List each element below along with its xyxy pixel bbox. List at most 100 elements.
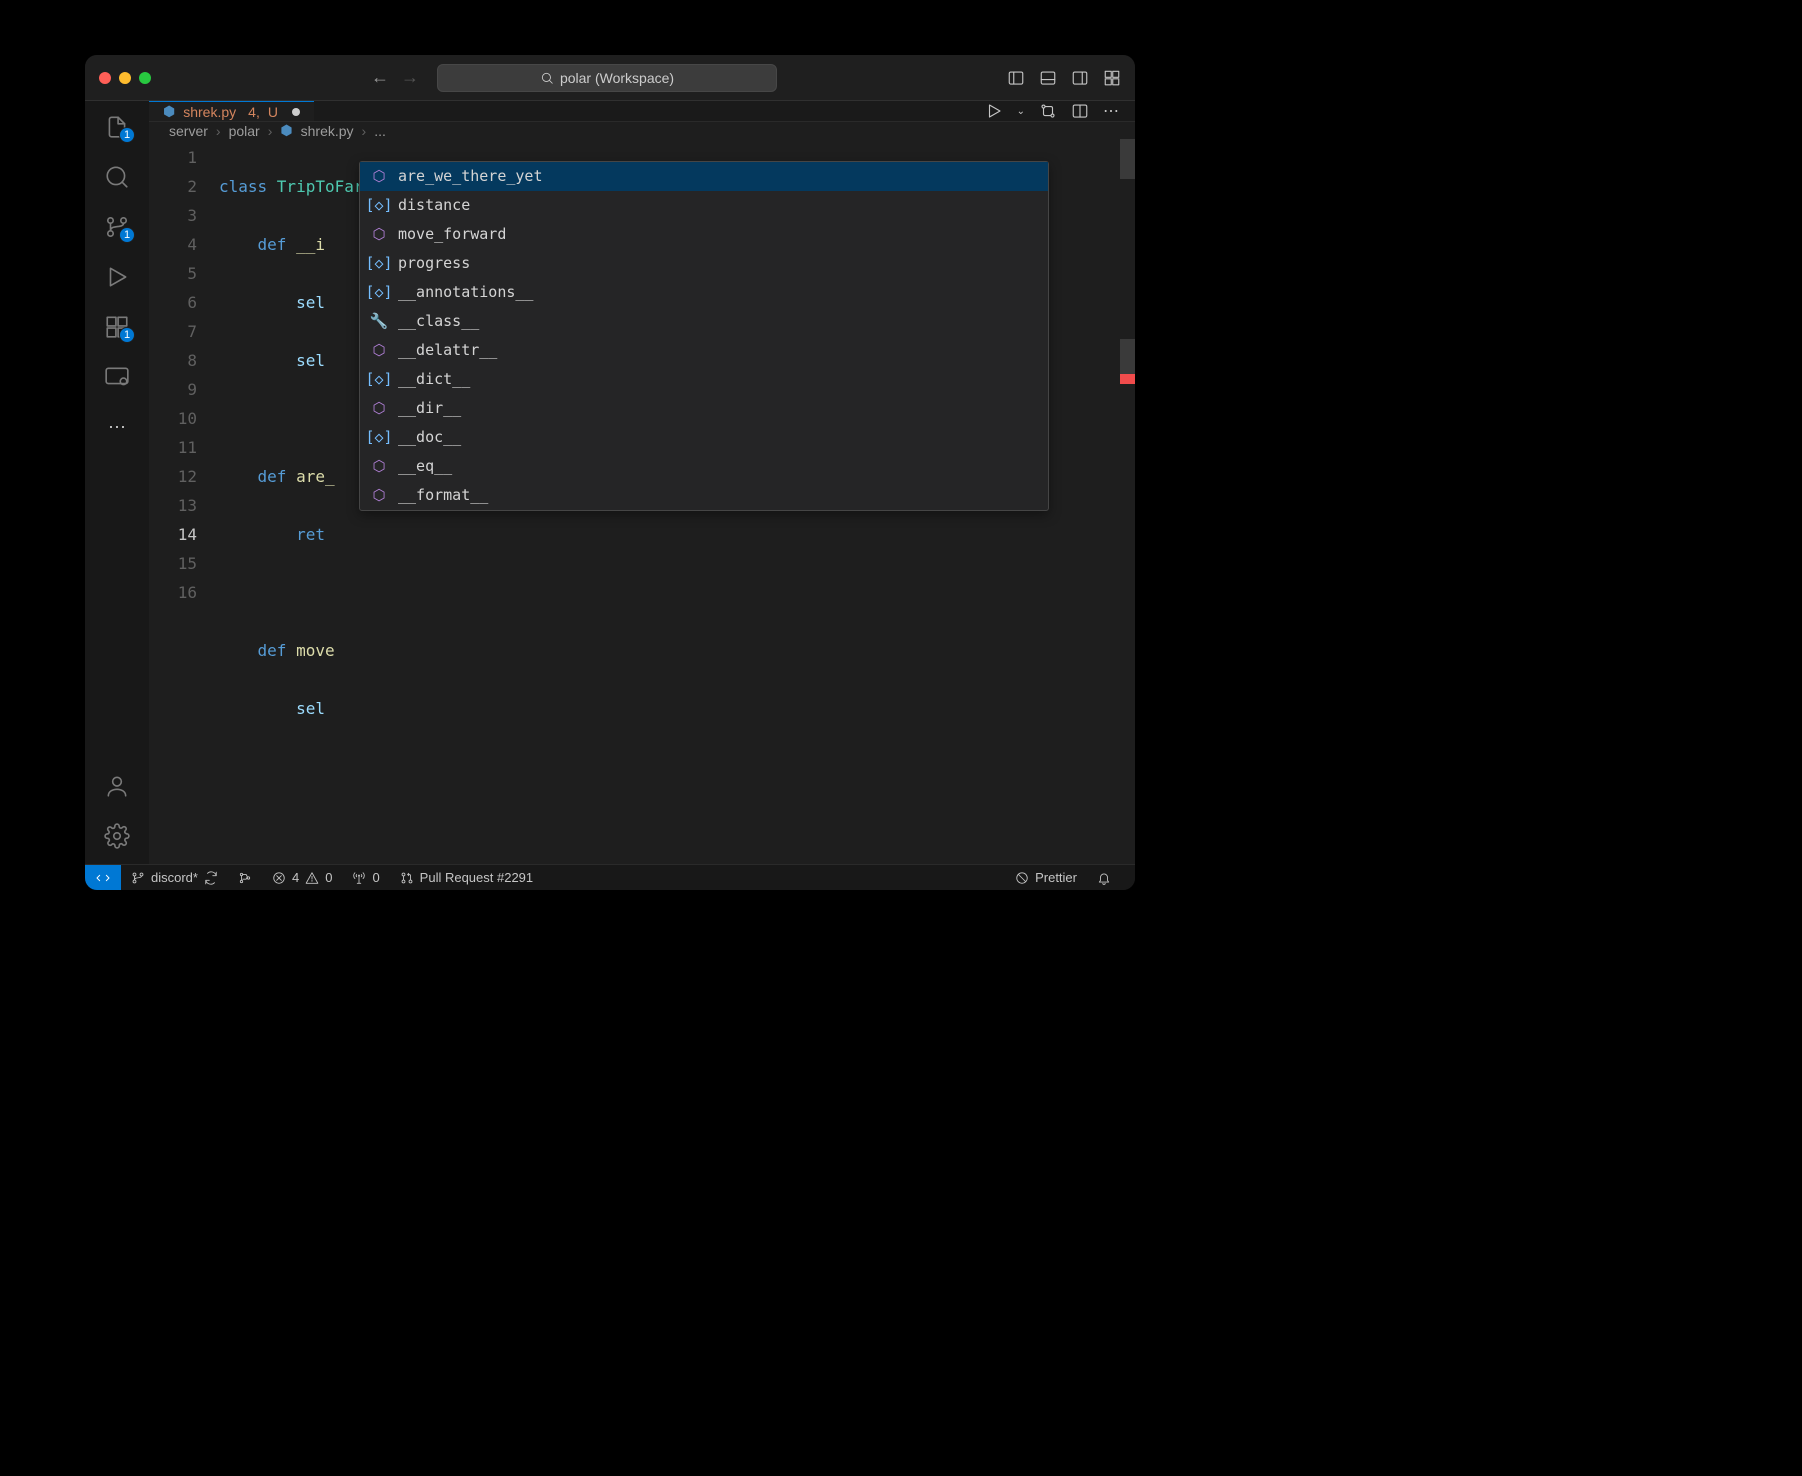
title-bar: ← → polar (Workspace): [85, 55, 1135, 101]
accounts-button[interactable]: [103, 772, 131, 800]
suggestion-label: __format__: [398, 481, 488, 510]
maximize-window-button[interactable]: [139, 72, 151, 84]
suggestion-item[interactable]: [◇]distance: [360, 191, 1048, 220]
branch-name: discord*: [151, 870, 198, 885]
line-number-gutter: 12345678910111213141516: [149, 143, 219, 864]
notifications-button[interactable]: [1087, 865, 1121, 890]
suggestion-label: __eq__: [398, 452, 452, 481]
close-window-button[interactable]: [99, 72, 111, 84]
toggle-right-panel-icon[interactable]: [1071, 69, 1089, 87]
toggle-left-panel-icon[interactable]: [1007, 69, 1025, 87]
suggestion-label: are_we_there_yet: [398, 162, 543, 191]
line-number: 1: [149, 143, 197, 172]
line-number: 13: [149, 491, 197, 520]
scm-badge: 1: [119, 227, 135, 243]
more-tab[interactable]: ⋯: [103, 413, 131, 441]
suggestion-item[interactable]: ⬡are_we_there_yet: [360, 162, 1048, 191]
breadcrumbs[interactable]: server › polar › ⬢ shrek.py › ...: [149, 122, 1135, 139]
line-number: 16: [149, 578, 197, 607]
minimap-error-marker: [1120, 374, 1135, 384]
minimap[interactable]: [1120, 139, 1135, 864]
pr-label: Pull Request #2291: [420, 870, 533, 885]
search-tab[interactable]: [103, 163, 131, 191]
editor-group: ⬢ shrek.py 4, U ⌄ ⋯ server › po: [149, 101, 1135, 864]
pull-request-icon: [400, 871, 414, 885]
branch-icon: [131, 871, 145, 885]
text-editor[interactable]: 12345678910111213141516 class TripToFarF…: [149, 139, 1135, 864]
suggestion-item[interactable]: ⬡move_forward: [360, 220, 1048, 249]
formatter-status[interactable]: Prettier: [1005, 865, 1087, 890]
gear-icon: [104, 823, 130, 849]
suggestion-label: progress: [398, 249, 470, 278]
extensions-badge: 1: [119, 327, 135, 343]
warning-icon: [305, 871, 319, 885]
layout-controls: [1007, 69, 1121, 87]
suggestion-label: __class__: [398, 307, 479, 336]
breadcrumb-seg-1[interactable]: server: [169, 123, 208, 139]
suggestion-item[interactable]: 🔧__class__: [360, 307, 1048, 336]
suggestion-item[interactable]: [◇]__doc__: [360, 423, 1048, 452]
breadcrumb-sep: ›: [362, 123, 367, 139]
suggestion-item[interactable]: ⬡__delattr__: [360, 336, 1048, 365]
git-graph-button[interactable]: [228, 865, 262, 890]
code-content[interactable]: class TripToFarFarAway: def __i sel sel …: [219, 143, 1135, 864]
breadcrumb-seg-4[interactable]: ...: [374, 123, 386, 139]
explorer-tab[interactable]: 1: [103, 113, 131, 141]
prettier-icon: [1015, 871, 1029, 885]
radio-tower-icon: [352, 871, 366, 885]
line-number: 2: [149, 172, 197, 201]
editor-actions: ⌄ ⋯: [969, 101, 1135, 121]
suggestion-item[interactable]: [◇]__annotations__: [360, 278, 1048, 307]
nav-back-button[interactable]: ←: [371, 67, 389, 88]
line-number: 5: [149, 259, 197, 288]
line-number: 4: [149, 230, 197, 259]
vscode-window: ← → polar (Workspace) 1 1: [85, 55, 1135, 890]
remote-indicator[interactable]: [85, 865, 121, 890]
settings-button[interactable]: [103, 822, 131, 850]
remote-icon: [95, 870, 111, 886]
run-button[interactable]: [985, 102, 1003, 120]
line-number: 11: [149, 433, 197, 462]
run-dropdown[interactable]: ⌄: [1017, 106, 1025, 117]
minimap-region: [1120, 339, 1135, 379]
tab-filename: shrek.py: [183, 104, 236, 120]
remote-explorer-tab[interactable]: [103, 363, 131, 391]
compare-changes-icon[interactable]: [1039, 102, 1057, 120]
bell-icon: [1097, 871, 1111, 885]
problems-status[interactable]: 4 0: [262, 865, 342, 890]
search-icon: [540, 71, 554, 85]
formatter-label: Prettier: [1035, 870, 1077, 885]
breadcrumb-seg-2[interactable]: polar: [229, 123, 260, 139]
suggestion-item[interactable]: ⬡__eq__: [360, 452, 1048, 481]
suggestion-item[interactable]: [◇]progress: [360, 249, 1048, 278]
customize-layout-icon[interactable]: [1103, 69, 1121, 87]
branch-status[interactable]: discord*: [121, 865, 228, 890]
nav-forward-button[interactable]: →: [401, 67, 419, 88]
git-graph-icon: [238, 871, 252, 885]
sync-icon[interactable]: [204, 871, 218, 885]
account-icon: [104, 773, 130, 799]
intellisense-popup[interactable]: ⬡are_we_there_yet[◇]distance⬡move_forwar…: [359, 161, 1049, 511]
pull-request-status[interactable]: Pull Request #2291: [390, 865, 543, 890]
ports-status[interactable]: 0: [342, 865, 389, 890]
run-debug-tab[interactable]: [103, 263, 131, 291]
suggestion-label: distance: [398, 191, 470, 220]
remote-icon: [104, 364, 130, 390]
minimize-window-button[interactable]: [119, 72, 131, 84]
split-editor-icon[interactable]: [1071, 102, 1089, 120]
suggestion-item[interactable]: ⬡__dir__: [360, 394, 1048, 423]
command-center-search[interactable]: polar (Workspace): [437, 64, 777, 92]
traffic-lights: [99, 72, 151, 84]
toggle-bottom-panel-icon[interactable]: [1039, 69, 1057, 87]
suggestion-item[interactable]: ⬡__format__: [360, 481, 1048, 510]
extensions-tab[interactable]: 1: [103, 313, 131, 341]
port-count: 0: [372, 870, 379, 885]
breadcrumb-seg-3[interactable]: shrek.py: [301, 123, 354, 139]
source-control-tab[interactable]: 1: [103, 213, 131, 241]
suggestion-item[interactable]: [◇]__dict__: [360, 365, 1048, 394]
tab-shrek-py[interactable]: ⬢ shrek.py 4, U: [149, 101, 314, 121]
line-number: 10: [149, 404, 197, 433]
warning-count: 0: [325, 870, 332, 885]
tab-dirty-indicator: [292, 108, 300, 116]
more-actions-button[interactable]: ⋯: [1103, 101, 1119, 121]
